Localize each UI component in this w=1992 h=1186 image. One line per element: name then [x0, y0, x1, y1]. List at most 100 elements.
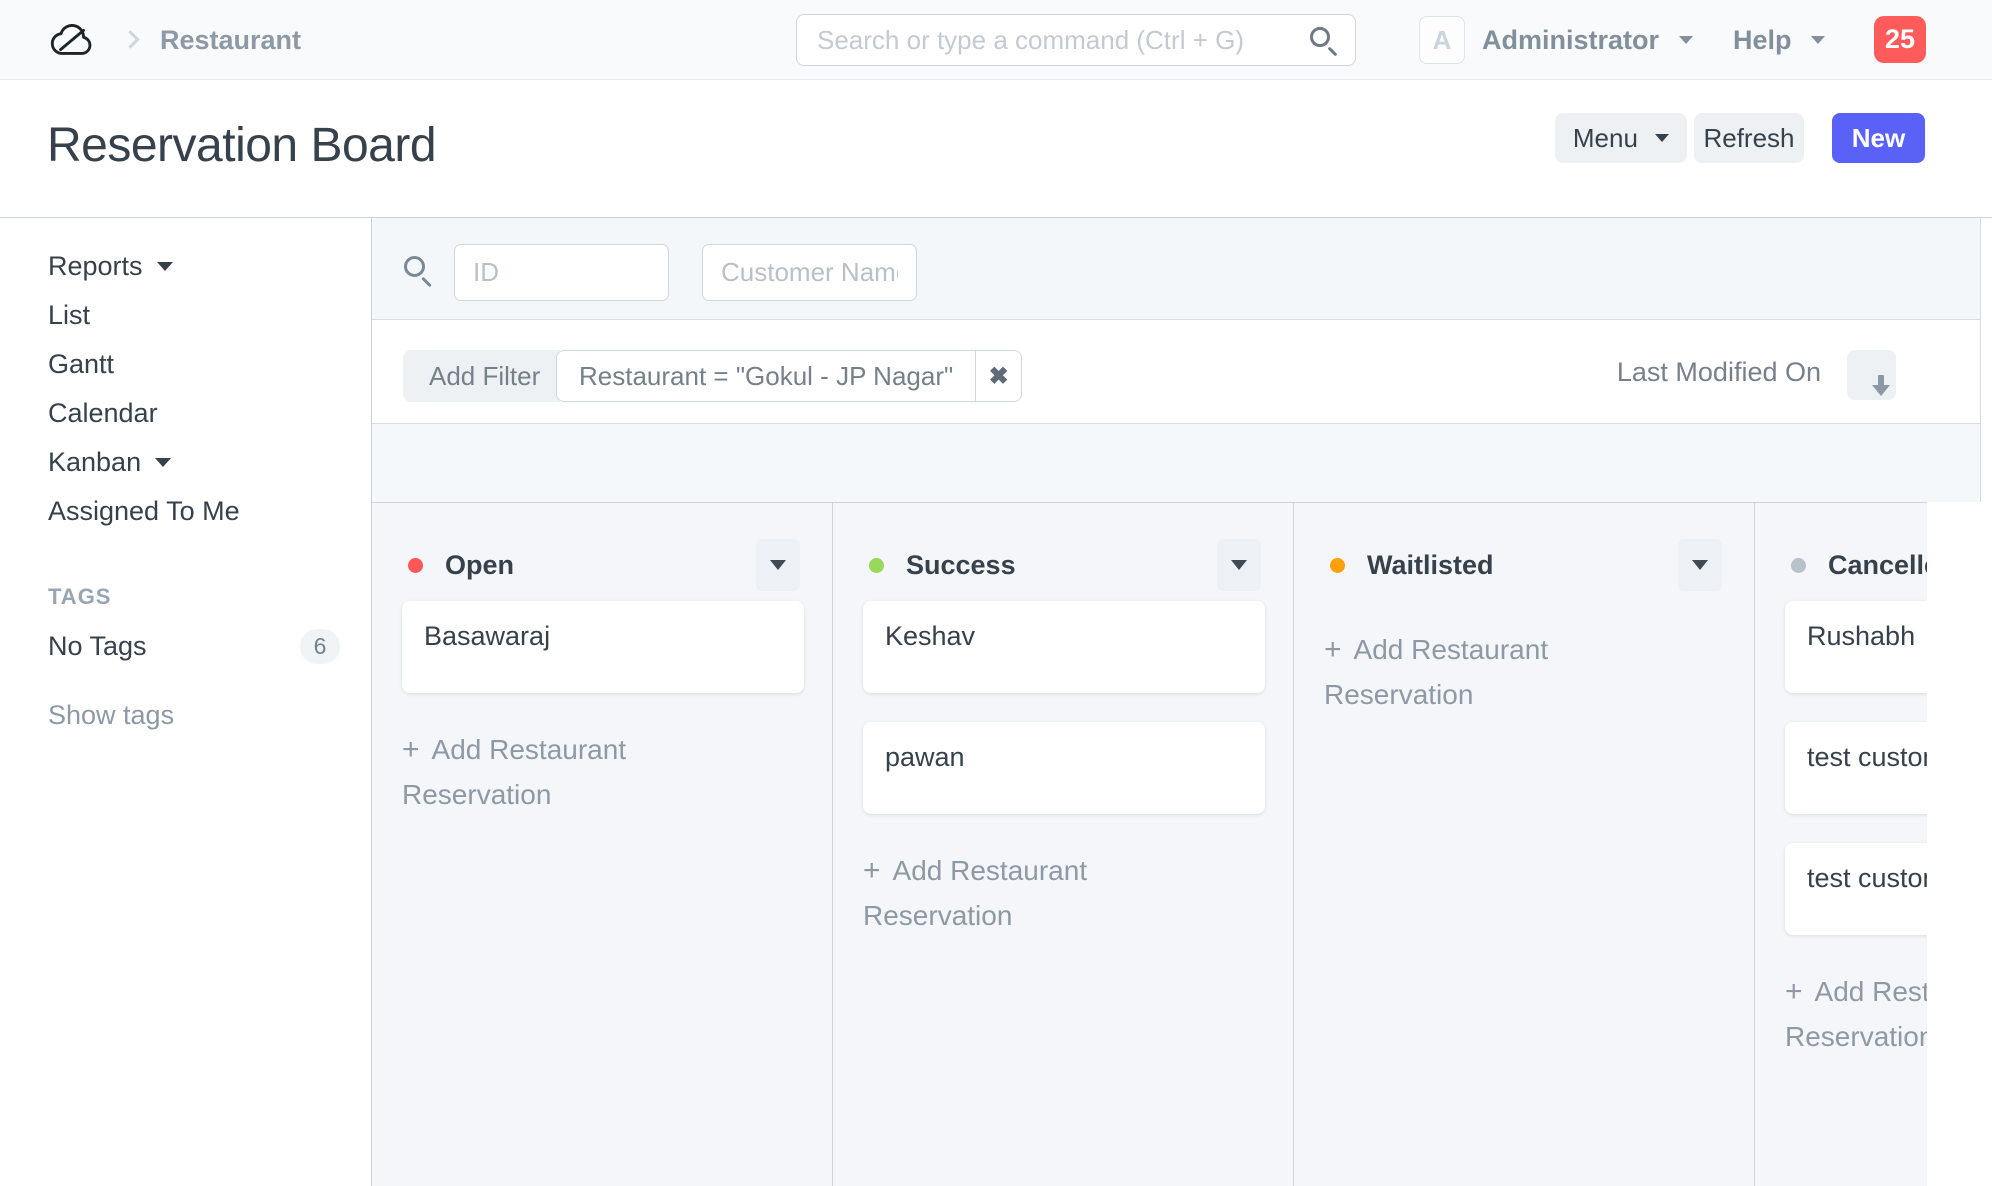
- page-title: Reservation Board: [47, 118, 436, 173]
- plus-icon: +: [863, 854, 881, 887]
- toolbar-spacer: [372, 424, 1981, 502]
- plus-icon: +: [1785, 975, 1803, 1008]
- avatar[interactable]: A: [1419, 16, 1465, 64]
- sidebar-item-calendar[interactable]: Calendar: [48, 389, 371, 438]
- notifications-badge[interactable]: 25: [1874, 16, 1926, 63]
- sidebar-view-list: Reports List Gantt Calendar Kanban Assigned T…: [48, 242, 371, 536]
- chevron-down-icon: [157, 262, 173, 271]
- kanban-card-list: Basawaraj: [372, 601, 832, 693]
- layout: Reports List Gantt Calendar Kanban Assigned T…: [0, 218, 1992, 1186]
- add-card-label: Add Restaurant Reservation: [1324, 634, 1548, 710]
- sidebar: Reports List Gantt Calendar Kanban Assigned T…: [0, 218, 372, 1186]
- id-filter-input[interactable]: [454, 244, 669, 301]
- menu-button-label: Menu: [1573, 123, 1638, 153]
- chevron-down-icon: [770, 560, 786, 570]
- add-filter-button[interactable]: Add Filter: [403, 350, 566, 402]
- kanban-board: OpenBasawaraj+Add Restaurant Reservation…: [372, 502, 1927, 1186]
- filter-row: Add Filter Restaurant = "Gokul - JP Naga…: [372, 320, 1981, 424]
- breadcrumb-chevron-icon: [121, 30, 139, 48]
- kanban-column-header: Waitlisted: [1294, 537, 1754, 593]
- kanban-column-title: Cancelled: [1828, 550, 1927, 581]
- sidebar-item-label: Assigned To Me: [48, 496, 240, 527]
- sidebar-item-label: Calendar: [48, 398, 158, 429]
- breadcrumb[interactable]: Restaurant: [160, 25, 301, 56]
- kanban-column-cancelled: Cancelled Rushabh test custom test custom +A…: [1755, 503, 1927, 1186]
- remove-filter-icon[interactable]: ✖: [975, 351, 1021, 401]
- kanban-card[interactable]: Basawaraj: [402, 601, 804, 693]
- status-indicator-dot: [408, 558, 423, 573]
- kanban-column-title: Waitlisted: [1367, 550, 1494, 581]
- kanban-card[interactable]: test custom: [1785, 722, 1927, 814]
- menu-button[interactable]: Menu: [1555, 113, 1687, 163]
- active-filter-label: Restaurant = "Gokul - JP Nagar": [557, 351, 975, 401]
- sort-field-selector[interactable]: Last Modified On: [1617, 357, 1821, 388]
- chevron-down-icon: [1679, 36, 1693, 44]
- kanban-card[interactable]: pawan: [863, 722, 1265, 814]
- add-card-button[interactable]: +Add Restaurant Reservation: [402, 727, 732, 817]
- filter-search-icon: [404, 256, 425, 277]
- add-card-label: Add Restaurant Reservation: [402, 734, 626, 810]
- add-card-label: Add Restaurant Reservation: [863, 855, 1087, 931]
- status-indicator-dot: [1791, 558, 1806, 573]
- no-tags-label: No Tags: [48, 631, 147, 662]
- tags-heading: TAGS: [48, 584, 371, 610]
- user-menu[interactable]: Administrator: [1482, 25, 1693, 56]
- search-icon: [1310, 27, 1330, 47]
- sidebar-item-list[interactable]: List: [48, 291, 371, 340]
- page-head: Reservation Board Menu Refresh New: [0, 80, 1992, 218]
- column-menu-button[interactable]: [756, 539, 800, 591]
- kanban-column-header: Success: [833, 537, 1293, 593]
- sidebar-item-kanban[interactable]: Kanban: [48, 438, 371, 487]
- sidebar-item-label: Gantt: [48, 349, 114, 380]
- column-menu-button[interactable]: [1217, 539, 1261, 591]
- kanban-column-header: Open: [372, 537, 832, 593]
- chevron-down-icon: [1811, 36, 1825, 44]
- sidebar-item-gantt[interactable]: Gantt: [48, 340, 371, 389]
- show-tags-link[interactable]: Show tags: [48, 700, 371, 731]
- help-menu-label: Help: [1733, 25, 1792, 55]
- new-button[interactable]: New: [1832, 113, 1925, 163]
- kanban-column-title: Open: [445, 550, 514, 581]
- sort-direction-button[interactable]: [1847, 350, 1896, 400]
- help-menu[interactable]: Help: [1733, 25, 1825, 56]
- navbar: Restaurant A Administrator Help 25: [0, 0, 1992, 80]
- sidebar-item-label: Kanban: [48, 447, 141, 478]
- chevron-down-icon: [155, 458, 171, 467]
- status-indicator-dot: [869, 558, 884, 573]
- kanban-column-title: Success: [906, 550, 1016, 581]
- kanban-card[interactable]: Rushabh: [1785, 601, 1927, 693]
- active-filter-pill[interactable]: Restaurant = "Gokul - JP Nagar" ✖: [556, 350, 1022, 402]
- search-input[interactable]: [796, 14, 1356, 66]
- plus-icon: +: [402, 733, 420, 766]
- status-indicator-dot: [1330, 558, 1345, 573]
- refresh-button[interactable]: Refresh: [1694, 113, 1804, 163]
- plus-icon: +: [1324, 633, 1342, 666]
- sidebar-item-assigned-to-me[interactable]: Assigned To Me: [48, 487, 371, 536]
- kanban-column-success: Success Keshav pawan +Add Restaurant Reserv…: [833, 503, 1294, 1186]
- main-area: Add Filter Restaurant = "Gokul - JP Naga…: [372, 218, 1992, 1186]
- search-bar: [796, 14, 1356, 66]
- customer-name-filter-input[interactable]: [702, 244, 917, 301]
- app-logo-icon[interactable]: [50, 23, 96, 57]
- sidebar-item-label: Reports: [48, 251, 143, 282]
- chevron-down-icon: [1655, 134, 1669, 142]
- kanban-card-list: Rushabh test custom test custom: [1755, 601, 1927, 935]
- kanban-column-open: Open Basawaraj +Add Restaurant Reservation: [372, 503, 833, 1186]
- chevron-down-icon: [1231, 560, 1247, 570]
- no-tags-count-badge: 6: [300, 629, 340, 664]
- add-card-button[interactable]: +Add Restaurant Reservation: [1785, 969, 1927, 1059]
- add-card-button[interactable]: +Add Restaurant Reservation: [863, 848, 1193, 938]
- add-card-button[interactable]: +Add Restaurant Reservation: [1324, 627, 1654, 717]
- kanban-card[interactable]: test custom: [1785, 843, 1927, 935]
- kanban-column-waitlisted: Waitlisted +Add Restaurant Reservation: [1294, 503, 1755, 1186]
- sidebar-item-reports[interactable]: Reports: [48, 242, 371, 291]
- kanban-card-list: Keshav pawan: [833, 601, 1293, 814]
- quick-filter-row: [372, 218, 1981, 320]
- sidebar-item-label: List: [48, 300, 90, 331]
- sidebar-item-no-tags[interactable]: No Tags 6: [48, 620, 340, 672]
- add-card-label: Add Restaurant Reservation: [1785, 976, 1927, 1052]
- column-menu-button[interactable]: [1678, 539, 1722, 591]
- kanban-card[interactable]: Keshav: [863, 601, 1265, 693]
- chevron-down-icon: [1692, 560, 1708, 570]
- user-menu-label: Administrator: [1482, 25, 1659, 55]
